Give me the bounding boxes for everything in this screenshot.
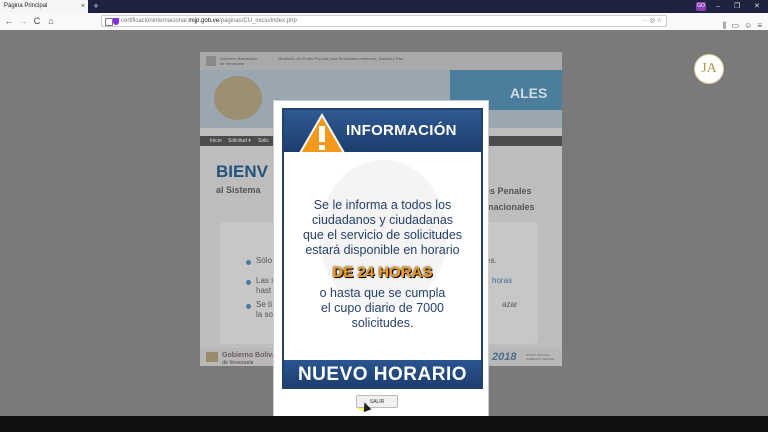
modal-body-line: estará disponible en horario (305, 243, 460, 257)
account-icon[interactable]: ☺ (744, 21, 752, 30)
reload-button[interactable]: C (31, 15, 43, 27)
close-window-button[interactable]: ✕ (754, 0, 760, 13)
new-tab-button[interactable]: + (91, 0, 101, 13)
modal-header: INFORMACIÓN (284, 110, 481, 154)
menu-item-solicitud[interactable]: Solicitud ▾ (228, 136, 251, 146)
navigation-bar: ← → C ⌂ certificacioninternacional.mijp.… (0, 13, 768, 31)
info-modal: INFORMACIÓN Se le informa a todos los ci… (273, 100, 489, 419)
bullet-icon (246, 304, 251, 309)
modal-footer-text: NUEVO HORARIO (297, 364, 468, 385)
menu-item-solic[interactable]: Solic (258, 136, 269, 146)
footer-logo-icon (206, 352, 218, 362)
tab-pagina-principal[interactable]: Página Principal × (0, 0, 88, 13)
menu-icon[interactable]: ≡ (757, 21, 762, 30)
modal-body-line: Se le informa a todos los (313, 198, 452, 212)
subtitle-left: al Sistema (216, 185, 261, 195)
minimize-button[interactable]: – (716, 0, 720, 13)
subtitle-right-2: nacionales (488, 202, 535, 212)
window-controls: – ❐ ✕ (708, 0, 768, 13)
modal-body-line: ciudadanos y ciudadanas (311, 213, 454, 227)
forward-button[interactable]: → (17, 15, 29, 27)
announcement-image: INFORMACIÓN Se le informa a todos los ci… (282, 108, 483, 389)
bottom-bar (0, 416, 768, 432)
bullet-text-1: Sólo (256, 256, 273, 265)
url-text[interactable]: certificacioninternacional.mijp.gob.ve/p… (121, 16, 297, 27)
profile-badge[interactable]: GO (696, 2, 706, 11)
page-header: Gobierno Bolivariano de Venezuela Minist… (200, 52, 562, 70)
welcome-heading: BIENV (216, 162, 268, 181)
url-bar[interactable]: certificacioninternacional.mijp.gob.ve/p… (101, 15, 667, 27)
ministry-text: Ministerio del Poder Popular para Relaci… (278, 56, 403, 61)
sidebar-icon[interactable]: ▭ (732, 21, 740, 30)
modal-highlight: DE 24 HORAS (332, 264, 433, 281)
url-suffix: /paginas/CU_inicio/index.php (219, 18, 297, 24)
maximize-button[interactable]: ❐ (734, 0, 740, 13)
bullet-text-3-right: azar (502, 300, 518, 309)
modal-body-line: el cupo diario de 7000 (320, 301, 444, 315)
warning-icon (298, 113, 346, 154)
modal-body-line: o hasta que se cumpla (319, 286, 446, 300)
national-seal-icon (214, 76, 262, 120)
footer-logo-text: Gobierno Bolivar de Venezuela (222, 352, 279, 366)
back-button[interactable]: ← (3, 15, 15, 27)
home-button[interactable]: ⌂ (45, 15, 57, 27)
close-tab-icon[interactable]: × (81, 0, 85, 13)
footer-logo-line-1: Gobierno Bolivar (222, 352, 279, 359)
library-icon[interactable]: ⫼ (723, 21, 727, 30)
modal-body-2: o hasta que se cumpla el cupo diario de … (284, 286, 481, 331)
bullet-text-2-right: horas (492, 276, 513, 285)
footer-year: 2018 (492, 351, 517, 363)
footer-slogan: PATRIA SEGURA SABEMOS VENCER (526, 353, 555, 361)
modal-footer-banner: NUEVO HORARIO (284, 360, 481, 387)
page-actions-icons[interactable]: ··· ◎ ☆ (642, 16, 662, 27)
modal-body-line: solicitudes. (351, 316, 414, 330)
bullet-text-2b: hast (256, 286, 272, 295)
bullet-icon (246, 280, 251, 285)
bullet-text-3: Se ti (256, 300, 273, 309)
bullet-icon (246, 260, 251, 265)
modal-heading: INFORMACIÓN (346, 122, 457, 139)
gov-logo-icon (206, 56, 216, 66)
modal-body: Se le informa a todos los ciudadanos y c… (284, 198, 481, 258)
footer-logo-line-2: de Venezuela (222, 360, 254, 366)
channel-avatar: JA (694, 54, 724, 84)
menu-item-inicio[interactable]: Inicio (210, 136, 222, 146)
shield-icon[interactable] (113, 18, 119, 25)
page-viewport: Gobierno Bolivariano de Venezuela Minist… (0, 30, 768, 419)
avatar-initials: JA (701, 61, 717, 76)
bullet-text-3b: la so (256, 310, 273, 319)
toolbar-icons: ⫼ ▭ ☺ ≡ (718, 15, 762, 30)
lock-icon[interactable] (105, 18, 113, 26)
tab-bar: Página Principal × + GO – ❐ ✕ (0, 0, 768, 13)
url-domain: mijp.gob.ve (188, 18, 220, 24)
banner-title: ALES (510, 85, 548, 101)
gov-text: Gobierno Bolivariano de Venezuela (220, 56, 258, 66)
subtitle-right-1: es Penales (485, 186, 532, 196)
tab-title: Página Principal (4, 3, 48, 9)
modal-body-line: que el servicio de solicitudes (302, 228, 463, 242)
url-prefix: certificacioninternacional. (121, 18, 189, 24)
